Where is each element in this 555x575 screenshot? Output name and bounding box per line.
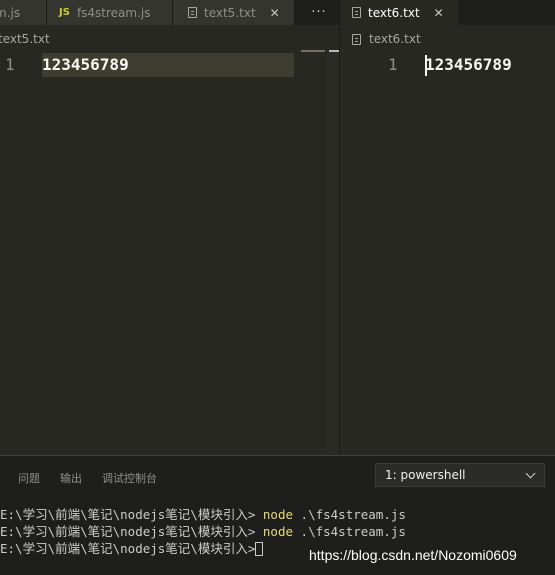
editor-line[interactable]: 123456789 bbox=[425, 55, 512, 74]
watermark: https://blog.csdn.net/Nozomi0609 bbox=[309, 547, 517, 563]
minimap[interactable] bbox=[301, 50, 325, 52]
tab-fs4stream-js[interactable]: JS fs4stream.js bbox=[47, 0, 173, 25]
terminal-line[interactable]: E:\学习\前端\笔记\nodejs笔记\模块引入> bbox=[0, 538, 264, 557]
tab-label: m.js bbox=[0, 5, 21, 20]
close-icon[interactable]: ✕ bbox=[434, 6, 444, 20]
terminal-command: node bbox=[262, 507, 294, 522]
terminal-args: .\fs4stream.js bbox=[300, 524, 406, 539]
terminal-args: .\fs4stream.js bbox=[300, 507, 406, 522]
vertical-scrollbar[interactable] bbox=[326, 50, 339, 455]
chevron-down-icon bbox=[525, 468, 536, 479]
editor-line[interactable]: 123456789 bbox=[42, 55, 129, 74]
scrollbar-cursor-marker bbox=[329, 50, 339, 52]
breadcrumb-right[interactable]: text6.txt bbox=[352, 30, 421, 48]
close-icon[interactable]: ✕ bbox=[270, 6, 280, 20]
breadcrumb-left[interactable]: text5.txt bbox=[0, 30, 50, 48]
terminal-cursor bbox=[255, 542, 264, 556]
breadcrumb-label: text5.txt bbox=[0, 32, 50, 46]
terminal-select-value: 1: powershell bbox=[385, 468, 466, 482]
tab-label: text6.txt bbox=[368, 5, 420, 20]
terminal-prompt: E:\学习\前端\笔记\nodejs笔记\模块引入> bbox=[0, 541, 256, 556]
tab-bar-right: text6.txt ✕ bbox=[340, 0, 555, 25]
line-number: 1 bbox=[5, 55, 15, 74]
tab-text5-txt[interactable]: text5.txt ✕ bbox=[173, 0, 295, 25]
breadcrumb-label: text6.txt bbox=[369, 32, 421, 46]
text-cursor bbox=[425, 55, 427, 76]
file-icon bbox=[352, 33, 361, 45]
panel-tab-debug-console[interactable]: 调试控制台 bbox=[102, 470, 157, 486]
editor-split-divider[interactable] bbox=[339, 0, 340, 455]
terminal-select[interactable]: 1: powershell bbox=[375, 463, 545, 487]
file-icon bbox=[188, 7, 197, 18]
terminal-prompt: E:\学习\前端\笔记\nodejs笔记\模块引入> bbox=[0, 524, 256, 539]
panel-tab-output[interactable]: 输出 bbox=[60, 470, 82, 486]
tab-m-js[interactable]: m.js bbox=[0, 0, 47, 25]
panel-tab-problems[interactable]: 问题 bbox=[18, 470, 40, 486]
tab-text6-txt[interactable]: text6.txt ✕ bbox=[340, 0, 460, 25]
tab-label: text5.txt bbox=[204, 5, 256, 20]
terminal-command: node bbox=[262, 524, 294, 539]
file-icon bbox=[352, 7, 361, 18]
more-actions-button[interactable]: ··· bbox=[300, 0, 338, 25]
tab-label: fs4stream.js bbox=[76, 5, 151, 20]
js-file-icon: JS bbox=[59, 7, 70, 18]
tab-bar-left: m.js JS fs4stream.js text5.txt ✕ ··· bbox=[0, 0, 339, 25]
terminal-prompt: E:\学习\前端\笔记\nodejs笔记\模块引入> bbox=[0, 507, 256, 522]
line-number: 1 bbox=[388, 55, 398, 74]
